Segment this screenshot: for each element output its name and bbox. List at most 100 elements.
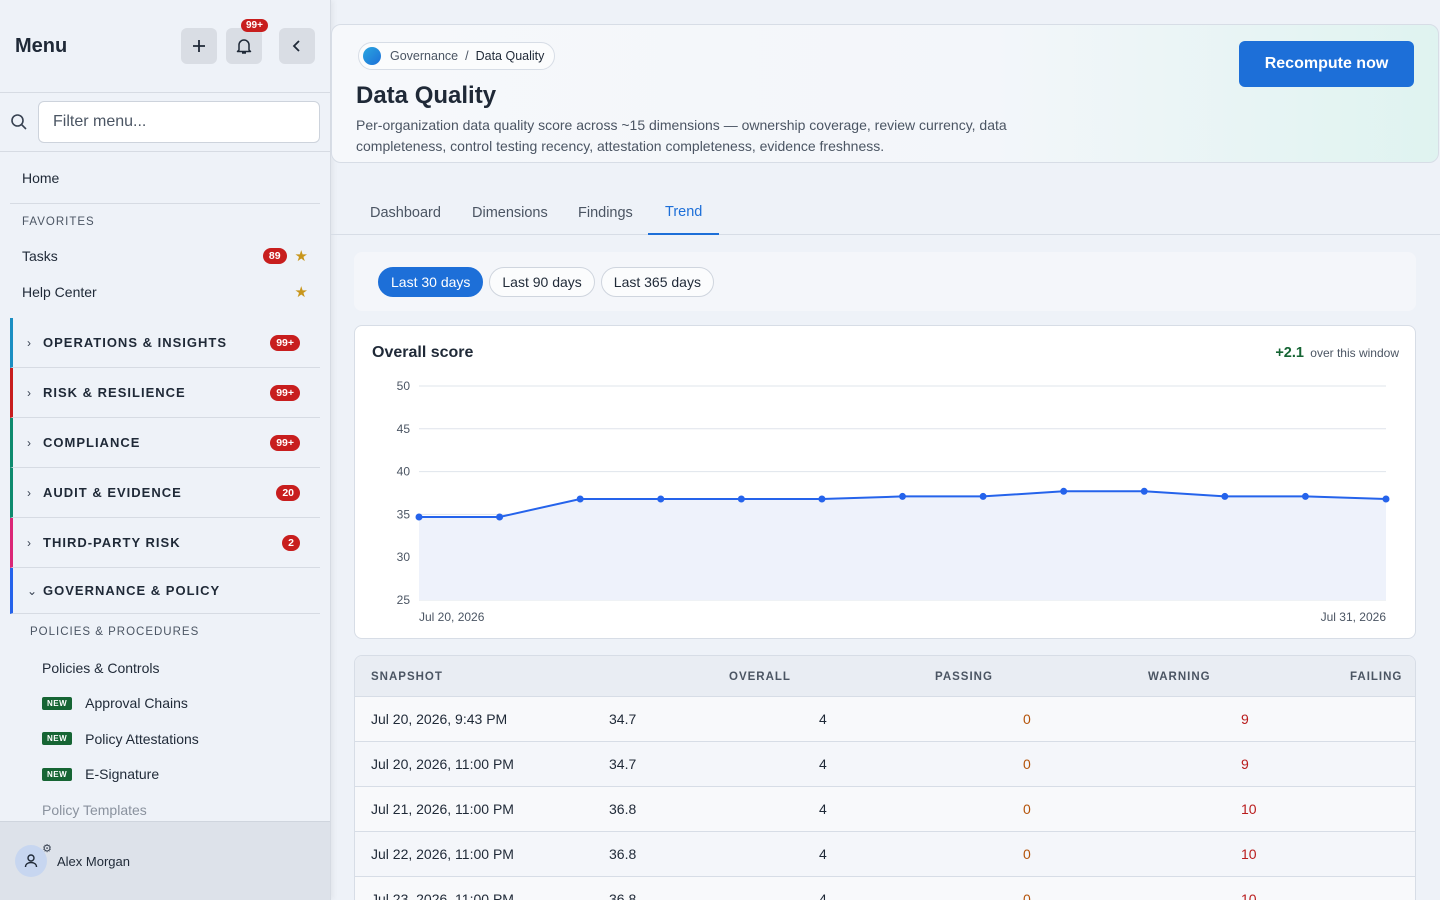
snapshot-table: SNAPSHOT OVERALL PASSING WARNING FAILING… bbox=[354, 655, 1416, 900]
line-chart: 50 45 40 35 30 25 Jul 20, 2026 Jul 31, 2026 bbox=[397, 379, 1390, 624]
notification-badge: 99+ bbox=[241, 19, 268, 32]
cell-snapshot: Jul 20, 2026, 11:00 PM bbox=[371, 756, 514, 772]
tab-dimensions[interactable]: Dimensions bbox=[472, 190, 548, 235]
chevron-right-icon: › bbox=[27, 335, 31, 350]
count-badge: 99+ bbox=[270, 384, 300, 401]
sidebar-item-help-center[interactable]: Help Center ★ bbox=[10, 274, 320, 310]
cell-warning: 0 bbox=[1023, 756, 1031, 772]
data-point bbox=[1382, 495, 1390, 503]
sidebar: Menu 99+ Home FAVORITES Tasks 89 ★ Help … bbox=[0, 0, 331, 900]
column-header: PASSING bbox=[935, 671, 993, 683]
range-30-days[interactable]: Last 30 days bbox=[378, 266, 484, 297]
table-row[interactable]: Jul 22, 2026, 11:00 PM 36.8 4 0 10 bbox=[355, 832, 1415, 877]
tab-findings[interactable]: Findings bbox=[578, 190, 633, 235]
sidebar-item-label: Policy Attestations bbox=[85, 730, 199, 747]
range-365-days[interactable]: Last 365 days bbox=[600, 266, 714, 297]
breadcrumb: Governance / Data Quality bbox=[358, 42, 556, 70]
subsection-label: POLICIES & PROCEDURES bbox=[30, 626, 200, 638]
sidebar-item-e-signature[interactable]: NEW E-Signature bbox=[10, 757, 320, 793]
y-tick-label: 50 bbox=[397, 379, 411, 393]
cell-warning: 0 bbox=[1023, 711, 1031, 727]
gear-icon: ⚙ bbox=[42, 843, 52, 855]
group-label: AUDIT & EVIDENCE bbox=[43, 485, 182, 500]
sidebar-item-policies-controls[interactable]: Policies & Controls bbox=[10, 650, 320, 686]
table-row[interactable]: Jul 20, 2026, 9:43 PM 34.7 4 0 9 bbox=[355, 697, 1415, 742]
nav-group-operations-insights[interactable]: › OPERATIONS & INSIGHTS 99+ bbox=[10, 318, 320, 368]
search-icon bbox=[10, 113, 38, 131]
filter-menu-input[interactable] bbox=[38, 101, 320, 143]
avatar[interactable]: ⚙ bbox=[15, 843, 52, 877]
group-label: COMPLIANCE bbox=[43, 435, 141, 450]
sidebar-header: Menu 99+ bbox=[0, 0, 330, 93]
table-body: Jul 20, 2026, 9:43 PM 34.7 4 0 9 Jul 20, 2026… bbox=[355, 697, 1415, 900]
data-point bbox=[415, 513, 423, 521]
collapse-sidebar-button[interactable] bbox=[279, 28, 315, 64]
tab-trend[interactable]: Trend bbox=[648, 190, 720, 235]
page-header: Governance / Data Quality Data Quality P… bbox=[331, 24, 1439, 163]
data-point bbox=[657, 495, 665, 503]
sidebar-item-approval-chains[interactable]: NEW Approval Chains bbox=[10, 686, 320, 722]
group-label: GOVERNANCE & POLICY bbox=[43, 583, 221, 598]
star-icon[interactable]: ★ bbox=[295, 283, 308, 301]
table-row[interactable]: Jul 21, 2026, 11:00 PM 36.8 4 0 10 bbox=[355, 787, 1415, 832]
overall-score-chart: Overall score +2.1 over this window 50 45… bbox=[354, 325, 1416, 639]
sidebar-item-label: Policies & Controls bbox=[42, 659, 160, 676]
data-point bbox=[899, 492, 906, 500]
star-icon[interactable]: ★ bbox=[295, 247, 308, 265]
column-header: WARNING bbox=[1148, 671, 1211, 683]
page-description: Per-organization data quality score acro… bbox=[356, 117, 1007, 154]
chevron-right-icon: › bbox=[27, 435, 31, 450]
nav-group-compliance[interactable]: › COMPLIANCE 99+ bbox=[10, 418, 320, 468]
sidebar-item-policy-attestations[interactable]: NEW Policy Attestations bbox=[10, 721, 320, 757]
cell-passing: 4 bbox=[819, 801, 827, 817]
table-row[interactable]: Jul 20, 2026, 11:00 PM 34.7 4 0 9 bbox=[355, 742, 1415, 787]
cell-snapshot: Jul 22, 2026, 11:00 PM bbox=[371, 846, 514, 862]
nav-group-governance-policy[interactable]: ⌄ GOVERNANCE & POLICY bbox=[10, 568, 320, 614]
user-footer[interactable]: ⚙ Alex Morgan bbox=[0, 821, 330, 900]
count-badge: 99+ bbox=[270, 434, 300, 451]
new-badge: NEW bbox=[42, 732, 73, 746]
favorites-label: FAVORITES bbox=[22, 216, 95, 228]
table-header: SNAPSHOT OVERALL PASSING WARNING FAILING bbox=[355, 656, 1415, 697]
cell-snapshot: Jul 21, 2026, 11:00 PM bbox=[371, 801, 514, 817]
cell-snapshot: Jul 20, 2026, 9:43 PM bbox=[371, 711, 508, 727]
sidebar-item-label: Tasks bbox=[22, 248, 58, 264]
add-button[interactable] bbox=[181, 28, 217, 64]
sidebar-item-home[interactable]: Home bbox=[10, 152, 320, 204]
y-tick-label: 45 bbox=[397, 422, 411, 436]
nav-group-risk-resilience[interactable]: › RISK & RESILIENCE 99+ bbox=[10, 368, 320, 418]
cell-overall: 36.8 bbox=[609, 891, 637, 900]
notifications-button[interactable]: 99+ bbox=[226, 19, 268, 64]
data-point bbox=[737, 495, 745, 503]
recompute-button[interactable]: Recompute now bbox=[1239, 41, 1414, 87]
data-point bbox=[576, 495, 584, 503]
bell-icon bbox=[236, 39, 252, 54]
y-tick-label: 35 bbox=[397, 507, 411, 521]
y-tick-label: 40 bbox=[397, 465, 411, 479]
cell-overall: 34.7 bbox=[609, 711, 637, 727]
cell-failing: 9 bbox=[1241, 711, 1249, 727]
range-selector: Last 30 days Last 90 days Last 365 days bbox=[354, 252, 1416, 311]
count-badge: 99+ bbox=[270, 334, 300, 351]
range-90-days[interactable]: Last 90 days bbox=[489, 266, 595, 297]
nav-group-audit-evidence[interactable]: › AUDIT & EVIDENCE 20 bbox=[10, 468, 320, 518]
sidebar-item-tasks[interactable]: Tasks 89 ★ bbox=[10, 238, 320, 274]
y-tick-label: 30 bbox=[397, 550, 411, 564]
cell-failing: 9 bbox=[1241, 756, 1249, 772]
cell-failing: 10 bbox=[1241, 891, 1257, 900]
count-badge: 2 bbox=[282, 534, 300, 551]
cell-failing: 10 bbox=[1241, 846, 1257, 862]
sidebar-item-label: Approval Chains bbox=[85, 695, 188, 712]
plus-icon bbox=[193, 40, 205, 52]
cell-warning: 0 bbox=[1023, 801, 1031, 817]
group-label: OPERATIONS & INSIGHTS bbox=[43, 335, 227, 350]
sidebar-item-label: E-Signature bbox=[85, 766, 160, 783]
table-row[interactable]: Jul 23, 2026, 11:00 PM 36.8 4 0 10 bbox=[355, 877, 1415, 900]
chevron-left-icon bbox=[292, 40, 300, 52]
nav-group-third-party-risk[interactable]: › THIRD-PARTY RISK 2 bbox=[10, 518, 320, 568]
cell-warning: 0 bbox=[1023, 846, 1031, 862]
governance-icon bbox=[363, 47, 381, 65]
tab-dashboard[interactable]: Dashboard bbox=[370, 190, 441, 235]
user-icon bbox=[24, 854, 38, 868]
breadcrumb-parent[interactable]: Governance bbox=[390, 49, 458, 63]
